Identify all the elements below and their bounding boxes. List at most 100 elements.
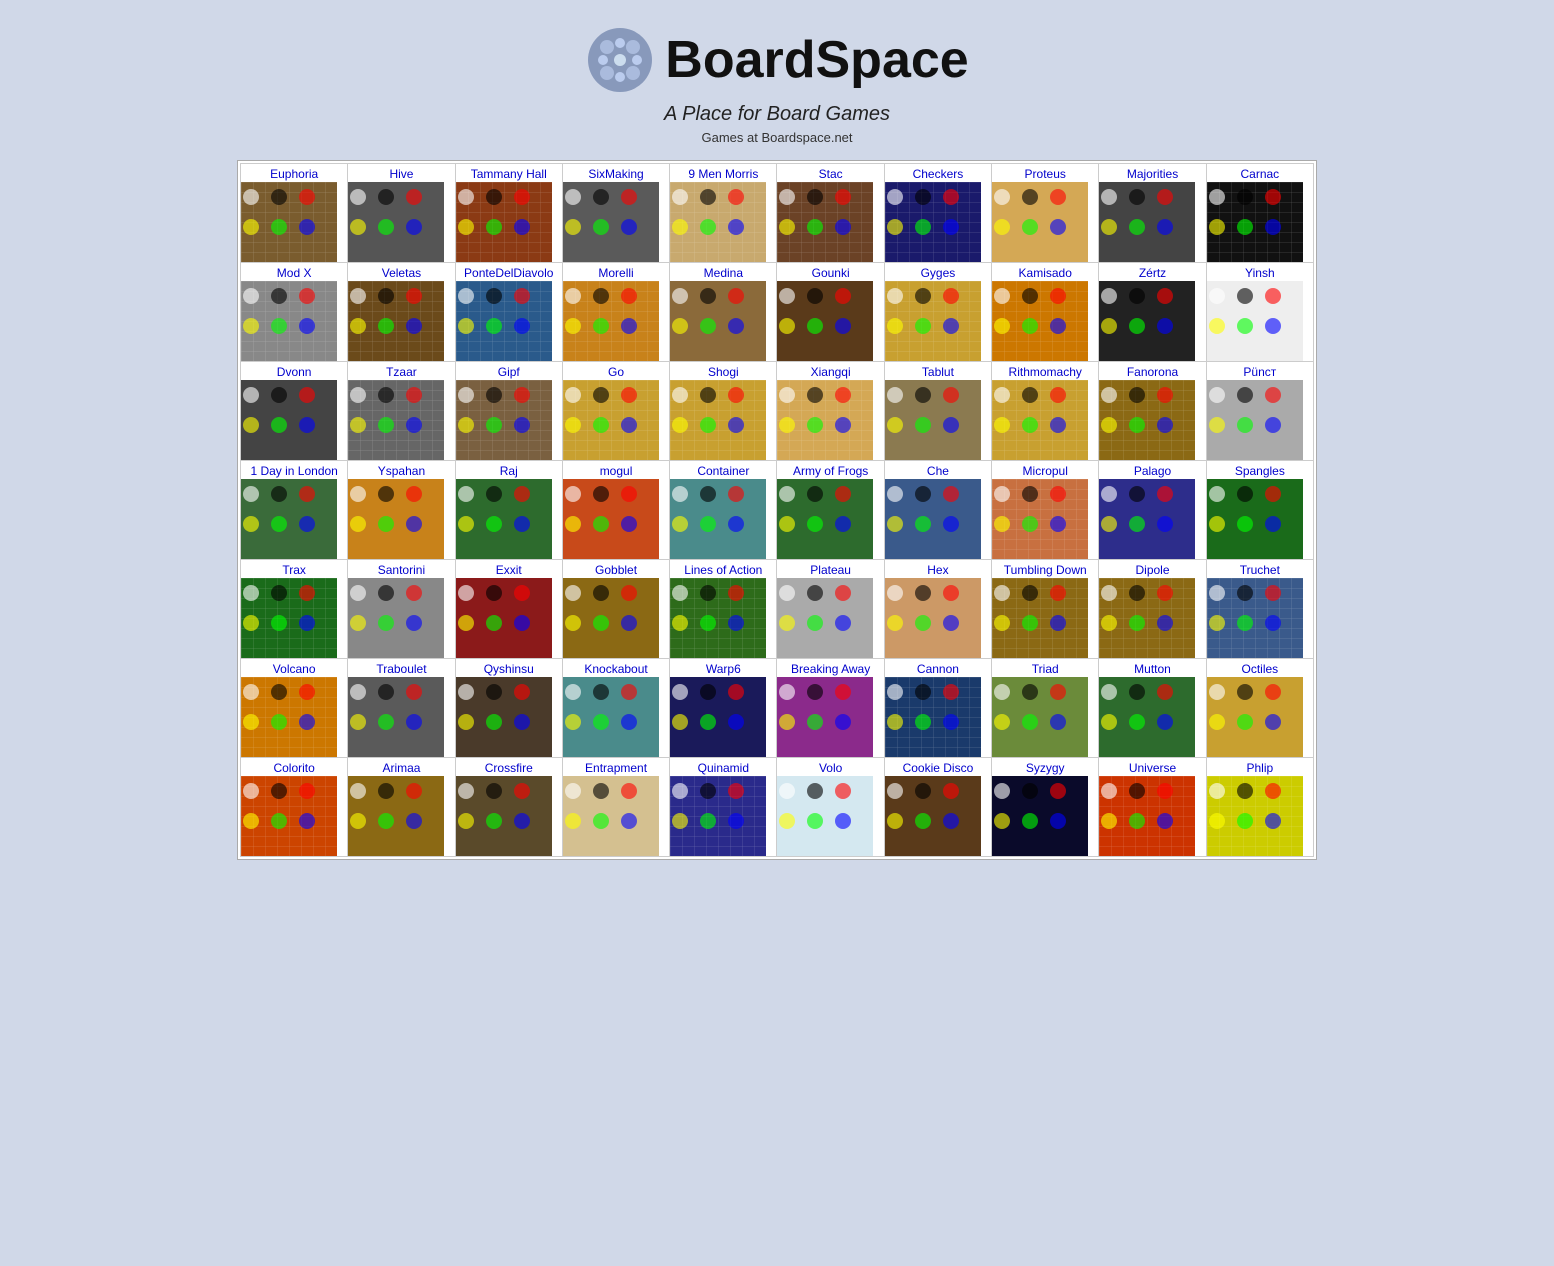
game-link-santorini[interactable]: Santorini	[348, 560, 454, 578]
game-cell: 9 Men Morris	[670, 164, 777, 263]
game-link-gounki[interactable]: Gounki	[777, 263, 883, 281]
game-link-majorities[interactable]: Majorities	[1099, 164, 1205, 182]
game-thumbnail-püncт	[1207, 380, 1303, 460]
game-link-volcano[interactable]: Volcano	[241, 659, 347, 677]
game-cell: Hive	[348, 164, 455, 263]
game-link-9-men-morris[interactable]: 9 Men Morris	[670, 164, 776, 182]
game-cell: Fanorona	[1099, 362, 1206, 461]
game-link-tzaar[interactable]: Tzaar	[348, 362, 454, 380]
game-link-mod-x[interactable]: Mod X	[241, 263, 347, 281]
game-thumbnail-gipf	[456, 380, 552, 460]
game-link-xiangqi[interactable]: Xiangqi	[777, 362, 883, 380]
game-cell: Raj	[455, 461, 562, 560]
game-link-che[interactable]: Che	[885, 461, 991, 479]
game-link-proteus[interactable]: Proteus	[992, 164, 1098, 182]
game-link-warp6[interactable]: Warp6	[670, 659, 776, 677]
game-link-mogul[interactable]: mogul	[563, 461, 669, 479]
game-link-knockabout[interactable]: Knockabout	[563, 659, 669, 677]
game-link-army-of-frogs[interactable]: Army of Frogs	[777, 461, 883, 479]
game-link-triad[interactable]: Triad	[992, 659, 1098, 677]
game-cell: Tumbling Down	[992, 560, 1099, 659]
game-cell: Hex	[884, 560, 991, 659]
game-link-crossfire[interactable]: Crossfire	[456, 758, 562, 776]
game-link-rithmomachy[interactable]: Rithmomachy	[992, 362, 1098, 380]
game-link-tammany-hall[interactable]: Tammany Hall	[456, 164, 562, 182]
game-link-qyshinsu[interactable]: Qyshinsu	[456, 659, 562, 677]
game-link-palago[interactable]: Palago	[1099, 461, 1205, 479]
game-link-veletas[interactable]: Veletas	[348, 263, 454, 281]
page-wrapper: BoardSpace A Place for Board Games Games…	[227, 0, 1327, 870]
game-thumbnail-octiles	[1207, 677, 1303, 757]
games-grid: EuphoriaHiveTammany HallSixMaking9 Men M…	[237, 160, 1317, 860]
game-thumbnail-gyges	[885, 281, 981, 361]
game-thumbnail-gounki	[777, 281, 873, 361]
game-thumbnail-santorini	[348, 578, 444, 658]
game-link-gipf[interactable]: Gipf	[456, 362, 562, 380]
game-thumbnail-lines-of-action	[670, 578, 766, 658]
game-cell: Püncт	[1206, 362, 1313, 461]
game-cell: Tablut	[884, 362, 991, 461]
game-link-cookie-disco[interactable]: Cookie Disco	[885, 758, 991, 776]
game-link-trax[interactable]: Trax	[241, 560, 347, 578]
game-cell: Gyges	[884, 263, 991, 362]
game-link-exxit[interactable]: Exxit	[456, 560, 562, 578]
game-link-octiles[interactable]: Octiles	[1207, 659, 1313, 677]
game-link-spangles[interactable]: Spangles	[1207, 461, 1313, 479]
game-link-dipole[interactable]: Dipole	[1099, 560, 1205, 578]
game-link-euphoria[interactable]: Euphoria	[241, 164, 347, 182]
game-link-arimaa[interactable]: Arimaa	[348, 758, 454, 776]
game-link-gobblet[interactable]: Gobblet	[563, 560, 669, 578]
game-link-checkers[interactable]: Checkers	[885, 164, 991, 182]
game-link-cannon[interactable]: Cannon	[885, 659, 991, 677]
game-link-raj[interactable]: Raj	[456, 461, 562, 479]
game-cell: Knockabout	[562, 659, 669, 758]
game-link-plateau[interactable]: Plateau	[777, 560, 883, 578]
game-thumbnail-colorito	[241, 776, 337, 856]
game-link-fanorona[interactable]: Fanorona	[1099, 362, 1205, 380]
game-link-stac[interactable]: Stac	[777, 164, 883, 182]
game-link-yspahan[interactable]: Yspahan	[348, 461, 454, 479]
game-link-1-day-in-london[interactable]: 1 Day in London	[241, 461, 347, 479]
game-link-syzygy[interactable]: Syzygy	[992, 758, 1098, 776]
game-link-universe[interactable]: Universe	[1099, 758, 1205, 776]
game-link-shogi[interactable]: Shogi	[670, 362, 776, 380]
game-link-traboulet[interactable]: Traboulet	[348, 659, 454, 677]
game-link-truchet[interactable]: Truchet	[1207, 560, 1313, 578]
game-link-gyges[interactable]: Gyges	[885, 263, 991, 281]
game-thumbnail-qyshinsu	[456, 677, 552, 757]
game-link-hex[interactable]: Hex	[885, 560, 991, 578]
game-link-entrapment[interactable]: Entrapment	[563, 758, 669, 776]
game-link-pontedeldiavolo[interactable]: PonteDelDiavolo	[456, 263, 562, 281]
game-link-breaking-away[interactable]: Breaking Away	[777, 659, 883, 677]
game-cell: Carnac	[1206, 164, 1313, 263]
game-link-hive[interactable]: Hive	[348, 164, 454, 182]
game-link-tablut[interactable]: Tablut	[885, 362, 991, 380]
game-link-carnac[interactable]: Carnac	[1207, 164, 1313, 182]
game-cell: PonteDelDiavolo	[455, 263, 562, 362]
logo-area: BoardSpace	[237, 25, 1317, 95]
game-link-kamisado[interactable]: Kamisado	[992, 263, 1098, 281]
game-link-dvonn[interactable]: Dvonn	[241, 362, 347, 380]
game-cell: Checkers	[884, 164, 991, 263]
game-link-sixmaking[interactable]: SixMaking	[563, 164, 669, 182]
game-link-container[interactable]: Container	[670, 461, 776, 479]
game-cell: Syzygy	[992, 758, 1099, 857]
game-link-phlip[interactable]: Phlip	[1207, 758, 1313, 776]
game-link-lines-of-action[interactable]: Lines of Action	[670, 560, 776, 578]
game-cell: Mutton	[1099, 659, 1206, 758]
game-link-tumbling-down[interactable]: Tumbling Down	[992, 560, 1098, 578]
game-link-mutton[interactable]: Mutton	[1099, 659, 1205, 677]
game-link-go[interactable]: Go	[563, 362, 669, 380]
game-link-volo[interactable]: Volo	[777, 758, 883, 776]
game-link-micropul[interactable]: Micropul	[992, 461, 1098, 479]
game-link-yinsh[interactable]: Yinsh	[1207, 263, 1313, 281]
game-link-medina[interactable]: Medina	[670, 263, 776, 281]
game-cell: Cannon	[884, 659, 991, 758]
game-cell: Yinsh	[1206, 263, 1313, 362]
game-cell: Palago	[1099, 461, 1206, 560]
game-link-morelli[interactable]: Morelli	[563, 263, 669, 281]
game-link-quinamid[interactable]: Quinamid	[670, 758, 776, 776]
game-link-colorito[interactable]: Colorito	[241, 758, 347, 776]
game-link-püncт[interactable]: Püncт	[1207, 362, 1313, 380]
game-link-zértz[interactable]: Zértz	[1099, 263, 1205, 281]
